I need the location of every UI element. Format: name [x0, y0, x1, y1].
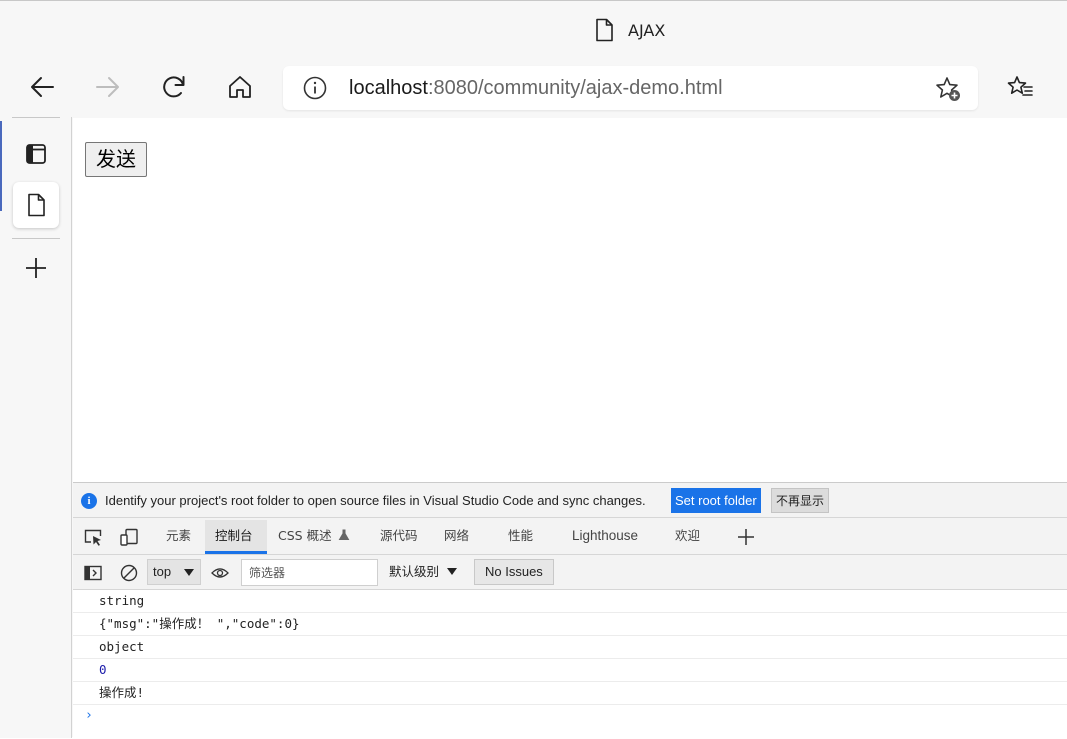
refresh-button[interactable]: [156, 69, 192, 105]
console-log-row: object: [73, 636, 1067, 659]
devtools-infobar: i Identify your project's root folder to…: [73, 483, 1067, 518]
tab-network[interactable]: 网络: [444, 518, 469, 554]
console-filter-input[interactable]: [241, 559, 378, 586]
address-url[interactable]: localhost:8080/community/ajax-demo.html: [349, 76, 723, 100]
new-tab-button[interactable]: [13, 245, 59, 291]
tab-elements[interactable]: 元素: [166, 518, 191, 554]
tab-console[interactable]: 控制台: [215, 518, 253, 554]
title-bar: AJAX: [0, 1, 1067, 57]
console-log-row: 操作成!: [73, 682, 1067, 705]
sidebar-divider: [12, 238, 60, 239]
forward-arrow-icon: [96, 77, 119, 97]
context-value: top: [153, 564, 172, 579]
tab-sources[interactable]: 源代码: [380, 518, 418, 554]
site-info-icon[interactable]: [303, 76, 327, 100]
favorites-button[interactable]: [1002, 69, 1038, 105]
tab-css-overview[interactable]: CSS 概述: [278, 518, 350, 554]
infobar-message: Identify your project's root folder to o…: [105, 493, 646, 508]
tab-welcome[interactable]: 欢迎: [675, 518, 700, 554]
tab-css-overview-label: CSS 概述: [278, 528, 332, 543]
address-path: :8080/community/ajax-demo.html: [427, 77, 723, 99]
tab-actions-button[interactable]: [13, 131, 59, 177]
send-button[interactable]: 发送: [85, 142, 147, 177]
page-icon: [28, 193, 45, 217]
tab-performance[interactable]: 性能: [508, 518, 533, 554]
address-bar[interactable]: localhost:8080/community/ajax-demo.html: [283, 66, 978, 110]
active-tab-indicator: [205, 551, 267, 554]
context-select[interactable]: top: [147, 559, 201, 585]
inspect-element-icon[interactable]: [83, 527, 103, 547]
sidebar-divider: [12, 117, 60, 118]
vertical-tabs-sidebar: [0, 117, 72, 738]
back-arrow-icon: [31, 77, 54, 97]
clear-console-icon[interactable]: [119, 563, 139, 583]
device-emulation-icon[interactable]: [119, 527, 139, 547]
log-level-select[interactable]: 默认级别: [389, 559, 458, 585]
window-title: AJAX: [594, 17, 665, 43]
home-icon: [229, 76, 251, 98]
plus-icon: [26, 258, 46, 278]
devtools-panel: i Identify your project's root folder to…: [73, 482, 1067, 739]
flask-icon: [338, 529, 349, 540]
page-viewport: 发送: [73, 118, 1067, 482]
page-icon: [596, 18, 613, 42]
dont-show-again-button[interactable]: 不再显示: [771, 488, 830, 513]
favorites-icon: [1007, 76, 1033, 96]
live-expression-eye-icon[interactable]: [210, 563, 230, 583]
devtools-tabbar: 元素 控制台 CSS 概述 源代码 网络 性能 Lighthouse 欢迎: [73, 518, 1067, 555]
console-log-row: {"msg":"操作成！ ","code":0}: [73, 613, 1067, 636]
window-title-text: AJAX: [628, 20, 666, 40]
tab-actions-icon: [26, 144, 46, 164]
info-icon: i: [81, 493, 97, 509]
address-host: localhost: [349, 77, 428, 99]
add-favorite-icon[interactable]: [934, 75, 962, 103]
prompt-chevron-icon: ›: [85, 708, 93, 723]
forward-button[interactable]: [90, 69, 126, 105]
console-prompt[interactable]: ›: [73, 705, 1067, 727]
console-log-row: string: [73, 590, 1067, 613]
console-toolbar: top 默认级别 No Issues: [73, 555, 1067, 590]
set-root-folder-button[interactable]: Set root folder: [671, 488, 761, 513]
navigation-toolbar: localhost:8080/community/ajax-demo.html: [0, 57, 1067, 117]
caret-down-icon: [447, 568, 458, 575]
refresh-icon: [163, 76, 185, 98]
more-tabs-plus-icon[interactable]: [736, 527, 756, 547]
console-sidebar-toggle-icon[interactable]: [83, 563, 103, 583]
browser-window: AJAX localhost:8080/community/ajax-demo.…: [0, 0, 1067, 739]
tab-lighthouse[interactable]: Lighthouse: [572, 518, 638, 554]
issues-button[interactable]: No Issues: [474, 559, 554, 585]
console-output: string {"msg":"操作成！ ","code":0} object 0…: [73, 590, 1067, 739]
back-button[interactable]: [24, 69, 60, 105]
home-button[interactable]: [222, 69, 258, 105]
console-log-row: 0: [73, 659, 1067, 682]
caret-down-icon: [184, 569, 194, 576]
log-level-value: 默认级别: [389, 564, 440, 579]
sidebar-tab-ajax[interactable]: [13, 182, 59, 228]
sidebar-accent: [0, 121, 2, 211]
